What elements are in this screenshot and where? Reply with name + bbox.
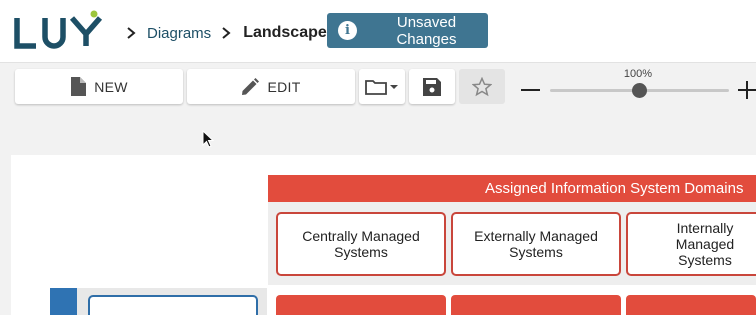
edit-button[interactable]: EDIT xyxy=(187,69,355,104)
folder-dropdown-icon xyxy=(365,79,398,95)
app-header: Diagrams Landscape i Unsaved Changes xyxy=(0,0,756,63)
breadcrumb-link-diagrams[interactable]: Diagrams xyxy=(147,25,211,42)
save-icon xyxy=(423,77,441,96)
open-folder-button[interactable] xyxy=(359,69,405,104)
chevron-right-icon xyxy=(127,27,136,39)
mouse-cursor-icon xyxy=(202,130,214,148)
unsaved-changes-label: Unsaved Changes xyxy=(396,13,457,48)
page-title: Landscape xyxy=(243,24,327,41)
save-button[interactable] xyxy=(409,69,455,104)
zoom-level-label: 100% xyxy=(623,68,653,80)
breadcrumb: Diagrams Landscape xyxy=(124,22,327,44)
new-button[interactable]: NEW xyxy=(15,69,183,104)
domain-card-centrally-managed[interactable]: Centrally Managed Systems xyxy=(276,212,446,276)
zoom-slider-thumb[interactable] xyxy=(632,83,647,98)
row-marker xyxy=(50,288,77,315)
zoom-out-button[interactable] xyxy=(521,89,540,91)
domain-row-bar xyxy=(626,295,756,315)
new-button-label: NEW xyxy=(94,78,128,95)
domain-card-internally-managed[interactable]: Internally Managed Systems xyxy=(626,212,756,276)
row-card[interactable] xyxy=(88,295,258,315)
domain-row-bar xyxy=(451,295,621,315)
edit-button-label: EDIT xyxy=(267,78,301,95)
favorite-button[interactable] xyxy=(459,69,505,104)
zoom-slider[interactable] xyxy=(550,83,729,98)
domain-row-bar xyxy=(276,295,446,315)
pencil-icon xyxy=(242,77,260,95)
chevron-right-icon xyxy=(222,27,231,39)
unsaved-changes-button[interactable]: i Unsaved Changes xyxy=(327,13,488,48)
zoom-in-button-stroke[interactable] xyxy=(746,81,748,99)
domain-card-externally-managed[interactable]: Externally Managed Systems xyxy=(451,212,621,276)
luy-logo[interactable] xyxy=(12,8,108,56)
document-icon xyxy=(71,77,87,96)
domain-header: Assigned Information System Domains xyxy=(268,175,756,202)
info-icon: i xyxy=(338,21,357,40)
star-icon xyxy=(472,76,492,96)
